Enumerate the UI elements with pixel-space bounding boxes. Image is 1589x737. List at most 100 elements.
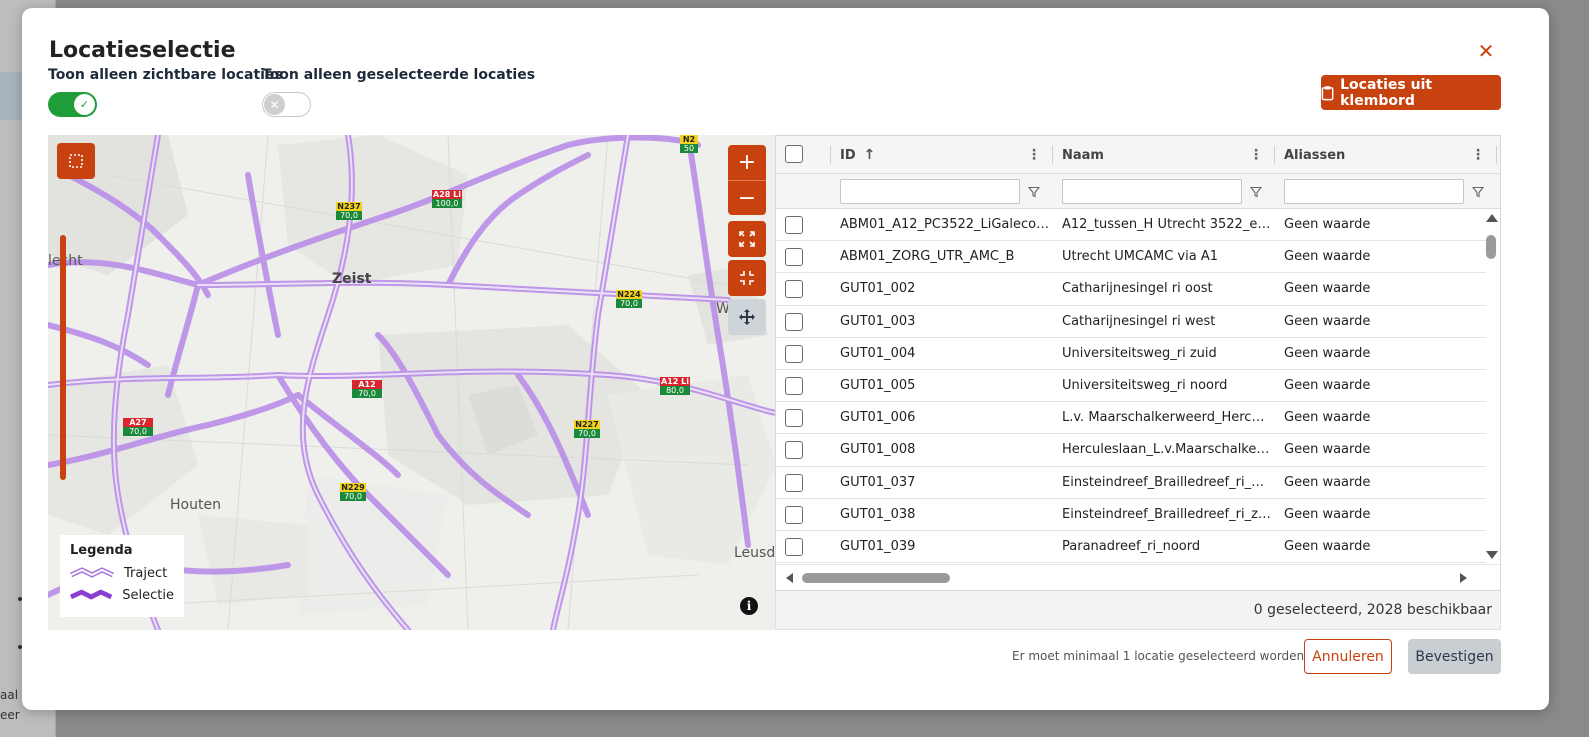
road-shield: A28 Li 100,0 [432,190,462,208]
table-row[interactable]: GUT01_038 Einsteindreef_Brailledreef_ri_z… [776,499,1486,531]
cell-alias: Geen waarde [1284,217,1371,232]
info-icon[interactable]: i [740,597,758,615]
cell-alias: Geen waarde [1284,474,1371,490]
confirm-button[interactable]: Bevestigen [1408,639,1501,674]
cell-id: GUT01_005 [840,377,916,393]
zoom-out-icon[interactable]: − [728,180,766,215]
road-shield: A12 Li 80,0 [660,377,690,395]
toggle-visible-locations[interactable]: ✓ [48,92,97,117]
cell-naam: Einsteindreef_Brailledreef_ri_noord [1062,474,1272,490]
legend-item: Traject [70,562,174,584]
cell-alias: Geen waarde [1284,281,1371,297]
toggle-visible-label: Toon alleen zichtbare locaties [48,67,283,83]
table-row[interactable]: ABM01_A12_PC3522_LiGalecopper A12_tussen_… [776,209,1486,242]
row-checkbox[interactable] [785,537,803,556]
filter-icon[interactable] [1026,179,1042,204]
row-checkbox[interactable] [785,505,803,524]
row-checkbox[interactable] [785,344,803,363]
cell-id: GUT01_008 [840,442,916,458]
horizontal-scrollbar[interactable] [776,564,1500,590]
row-checkbox[interactable] [785,473,803,492]
aliassen-filter-input[interactable] [1284,179,1464,204]
cancel-button[interactable]: Annuleren [1304,639,1392,674]
row-checkbox[interactable] [785,441,803,460]
table-row[interactable]: GUT01_006 L.v. Maarschalkerweerd_Hercules… [776,402,1486,435]
move-icon [739,309,755,325]
road-shield: A12 70,0 [352,380,382,398]
cell-alias: Geen waarde [1284,313,1371,329]
cell-naam: Einsteindreef_Brailledreef_ri_zuid [1062,506,1272,522]
vertical-scrollbar[interactable] [1482,209,1500,564]
scroll-down-icon[interactable] [1486,551,1498,559]
table-row[interactable]: GUT01_037 Einsteindreef_Brailledreef_ri_n… [776,467,1486,499]
locations-from-clipboard-button[interactable]: Locaties uit klembord [1321,75,1501,110]
road-shield: N229 70,0 [340,483,366,501]
toggle-selected-locations[interactable]: ✕ [262,92,311,117]
dialog-title: Locatieselectie [49,38,236,63]
row-checkbox[interactable] [785,376,803,395]
row-checkbox[interactable] [785,280,803,299]
select-all-checkbox[interactable] [785,145,803,163]
selectie-line-icon [70,589,113,600]
x-icon: ✕ [264,94,285,115]
map-place-label: Leusden [734,545,776,561]
collapse-icon [740,271,754,285]
column-menu-icon[interactable]: ⋮ [1027,136,1041,174]
map-view[interactable]: Zeist Houten Leusden W lecht N23770,0 A2… [48,135,776,630]
select-area-button[interactable] [57,143,95,179]
id-filter-input[interactable] [840,179,1020,204]
legend-label: Selectie [122,587,174,603]
table-row[interactable]: GUT01_039 Paranadreef_ri_noord Geen waarde [776,531,1486,564]
column-menu-icon[interactable]: ⋮ [1471,136,1485,174]
cell-alias: Geen waarde [1284,345,1371,361]
row-checkbox[interactable] [785,248,803,267]
scroll-right-icon[interactable] [1460,573,1467,583]
map-scale-bar [60,235,66,480]
table-filter-row [776,174,1500,209]
expand-button[interactable] [728,221,766,257]
map-legend: Legenda Traject Selectie [60,535,184,617]
scroll-left-icon[interactable] [786,573,793,583]
scroll-thumb[interactable] [802,573,950,583]
scroll-thumb[interactable] [1486,235,1496,259]
road-shield: N2 50 [680,135,698,153]
cell-naam: Catharijnesingel ri oost [1062,281,1213,297]
cell-naam: A12_tussen_H Utrecht 3522_en_... [1062,217,1272,232]
cell-id: GUT01_037 [840,474,916,490]
zoom-in-icon[interactable]: + [728,145,766,180]
cell-id: GUT01_039 [840,538,916,554]
table-status-bar: 0 geselecteerd, 2028 beschikbaar [775,591,1501,630]
column-header-aliassen[interactable]: Aliassen [1284,136,1345,174]
legend-label: Traject [124,565,168,581]
move-button[interactable] [728,299,766,335]
column-menu-icon[interactable]: ⋮ [1249,136,1263,174]
column-header-naam[interactable]: Naam [1062,136,1104,174]
table-row[interactable]: GUT01_003 Catharijnesingel ri west Geen wa… [776,306,1486,338]
cell-alias: Geen waarde [1284,377,1371,393]
filter-icon[interactable] [1248,179,1264,204]
collapse-button[interactable] [728,260,766,296]
filter-icon[interactable] [1470,179,1486,204]
close-icon[interactable]: ✕ [1475,40,1497,62]
row-checkbox[interactable] [785,216,803,234]
table-row[interactable]: GUT01_008 Herculeslaan_L.v.Maarschalkerwe… [776,434,1486,467]
expand-icon [739,231,755,247]
cell-alias: Geen waarde [1284,442,1371,458]
cell-naam: Universiteitsweg_ri noord [1062,377,1228,393]
naam-filter-input[interactable] [1062,179,1242,204]
legend-title: Legenda [70,543,133,558]
cell-id: GUT01_006 [840,410,916,426]
column-header-id[interactable]: ID ↑ [840,136,875,174]
cell-naam: Utrecht UMCAMC via A1 [1062,249,1218,265]
table-row[interactable]: GUT01_002 Catharijnesingel ri oost Geen wa… [776,273,1486,306]
table-row[interactable]: ABM01_ZORG_UTR_AMC_B Utrecht UMCAMC via A… [776,241,1486,274]
row-checkbox[interactable] [785,409,803,428]
toggle-selected-label: Toon alleen geselecteerde locaties [262,67,536,83]
cell-id: GUT01_003 [840,313,916,329]
table-row[interactable]: GUT01_005 Universiteitsweg_ri noord Geen w… [776,370,1486,403]
map-place-label: Zeist [332,271,372,287]
row-checkbox[interactable] [785,312,803,331]
table-row[interactable]: GUT01_004 Universiteitsweg_ri zuid Geen wa… [776,338,1486,370]
cell-id: GUT01_004 [840,345,916,361]
scroll-up-icon[interactable] [1486,214,1498,222]
